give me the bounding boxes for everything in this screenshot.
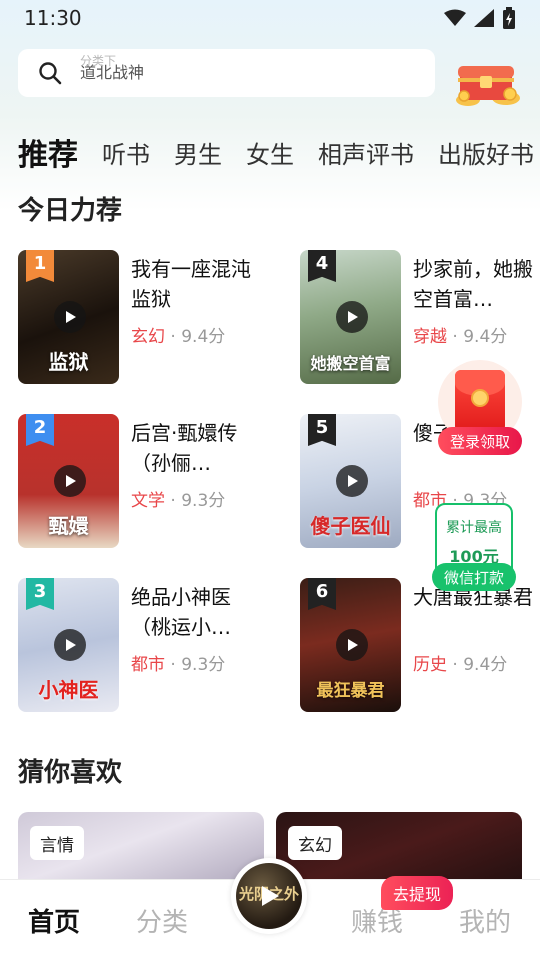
book-cover[interactable]: 甄嬛 2 — [18, 414, 119, 548]
nav-category[interactable]: 分类 — [136, 902, 188, 939]
book-genre: 都市 — [131, 655, 165, 675]
play-icon[interactable] — [256, 883, 282, 909]
book-score: 9.4分 — [463, 655, 508, 675]
book-cover[interactable]: 傻子医仙 5 — [300, 414, 401, 548]
section-title-today: 今日力荐 — [18, 196, 123, 226]
category-tabs: 推荐 听书 男生 女生 相声评书 出版好书 — [18, 128, 540, 176]
tab-female[interactable]: 女生 — [246, 135, 294, 170]
wechat-cash-widget[interactable]: 累计最高 100元 微信打款 — [432, 503, 516, 591]
tab-recommend[interactable]: 推荐 — [18, 130, 78, 174]
cover-title: 甄嬛 — [48, 514, 89, 538]
coin-icon — [471, 389, 489, 407]
tab-published[interactable]: 出版好书 — [438, 135, 534, 170]
signal-icon — [474, 9, 494, 27]
cover-title: 她搬空首富 — [310, 354, 391, 373]
genre-tag: 言情 — [30, 826, 84, 860]
cover-title: 监狱 — [48, 350, 89, 374]
book-title[interactable]: 我有一座混沌监狱 — [131, 254, 261, 314]
search-ghost-hint: 分类下 — [80, 54, 117, 68]
book-item[interactable]: 甄嬛 2 后宫·甄嬛传（孙俪… 文学 · 9.3分 — [18, 414, 268, 548]
play-icon[interactable] — [336, 629, 368, 661]
book-item[interactable]: 最狂暴君 6 大唐最狂暴君 历史 · 9.4分 — [300, 578, 540, 712]
genre-tag: 玄幻 — [288, 826, 342, 860]
wechat-payout-button[interactable]: 微信打款 — [432, 563, 516, 591]
search-bar[interactable]: 分类下 道北战神 — [18, 49, 435, 97]
cash-top-label: 累计最高 — [446, 520, 502, 536]
book-meta: 历史 · 9.4分 — [413, 655, 508, 675]
play-icon[interactable] — [54, 465, 86, 497]
book-score: 9.4分 — [181, 327, 226, 347]
book-score: 9.3分 — [181, 655, 226, 675]
status-icons — [444, 7, 516, 29]
tab-audiobook[interactable]: 听书 — [102, 135, 150, 170]
tab-male[interactable]: 男生 — [174, 135, 222, 170]
play-icon[interactable] — [54, 301, 86, 333]
play-icon[interactable] — [336, 301, 368, 333]
play-icon[interactable] — [54, 629, 86, 661]
search-placeholder: 分类下 道北战神 — [80, 55, 144, 81]
book-title[interactable]: 绝品小神医（桃运小… — [131, 582, 261, 642]
book-genre: 玄幻 — [131, 327, 165, 347]
book-cover[interactable]: 她搬空首富 4 — [300, 250, 401, 384]
withdraw-badge[interactable]: 去提现 — [381, 876, 454, 910]
cover-title: 傻子医仙 — [310, 514, 391, 538]
book-title[interactable]: 后宫·甄嬛传（孙俪… — [131, 418, 261, 478]
nav-mine[interactable]: 我的 — [459, 902, 511, 939]
cover-title: 最狂暴君 — [316, 681, 385, 701]
book-meta: 都市 · 9.3分 — [131, 655, 226, 675]
book-cover[interactable]: 监狱 1 — [18, 250, 119, 384]
book-score: 9.4分 — [463, 327, 508, 347]
book-cover[interactable]: 最狂暴君 6 — [300, 578, 401, 712]
status-bar: 11:30 — [0, 0, 540, 36]
wifi-icon — [444, 9, 466, 26]
treasure-chest-icon[interactable] — [454, 60, 522, 108]
tab-crosstalk[interactable]: 相声评书 — [318, 135, 414, 170]
book-cover[interactable]: 小神医 3 — [18, 578, 119, 712]
book-meta: 文学 · 9.3分 — [131, 491, 226, 511]
book-genre: 文学 — [131, 491, 165, 511]
book-score: 9.3分 — [181, 491, 226, 511]
status-time: 11:30 — [24, 6, 82, 30]
book-item[interactable]: 监狱 1 我有一座混沌监狱 玄幻 · 9.4分 — [18, 250, 268, 384]
search-icon — [39, 62, 62, 85]
play-icon[interactable] — [336, 465, 368, 497]
book-genre: 穿越 — [413, 327, 447, 347]
book-title[interactable]: 抄家前，她搬空首富… — [413, 254, 540, 314]
now-playing-disc[interactable]: 光阴之外 — [231, 858, 307, 934]
disc-cover: 光阴之外 — [236, 863, 302, 929]
nav-home[interactable]: 首页 — [28, 902, 80, 939]
book-item[interactable]: 小神医 3 绝品小神医（桃运小… 都市 · 9.3分 — [18, 578, 268, 712]
book-meta: 穿越 · 9.4分 — [413, 327, 508, 347]
section-title-guess: 猜你喜欢 — [18, 758, 123, 788]
battery-icon — [503, 7, 515, 29]
red-packet-widget[interactable]: 登录领取 — [438, 360, 524, 456]
book-meta: 玄幻 · 9.4分 — [131, 327, 226, 347]
cover-title: 小神医 — [38, 678, 99, 702]
book-genre: 历史 — [413, 655, 447, 675]
login-claim-button[interactable]: 登录领取 — [438, 427, 522, 455]
